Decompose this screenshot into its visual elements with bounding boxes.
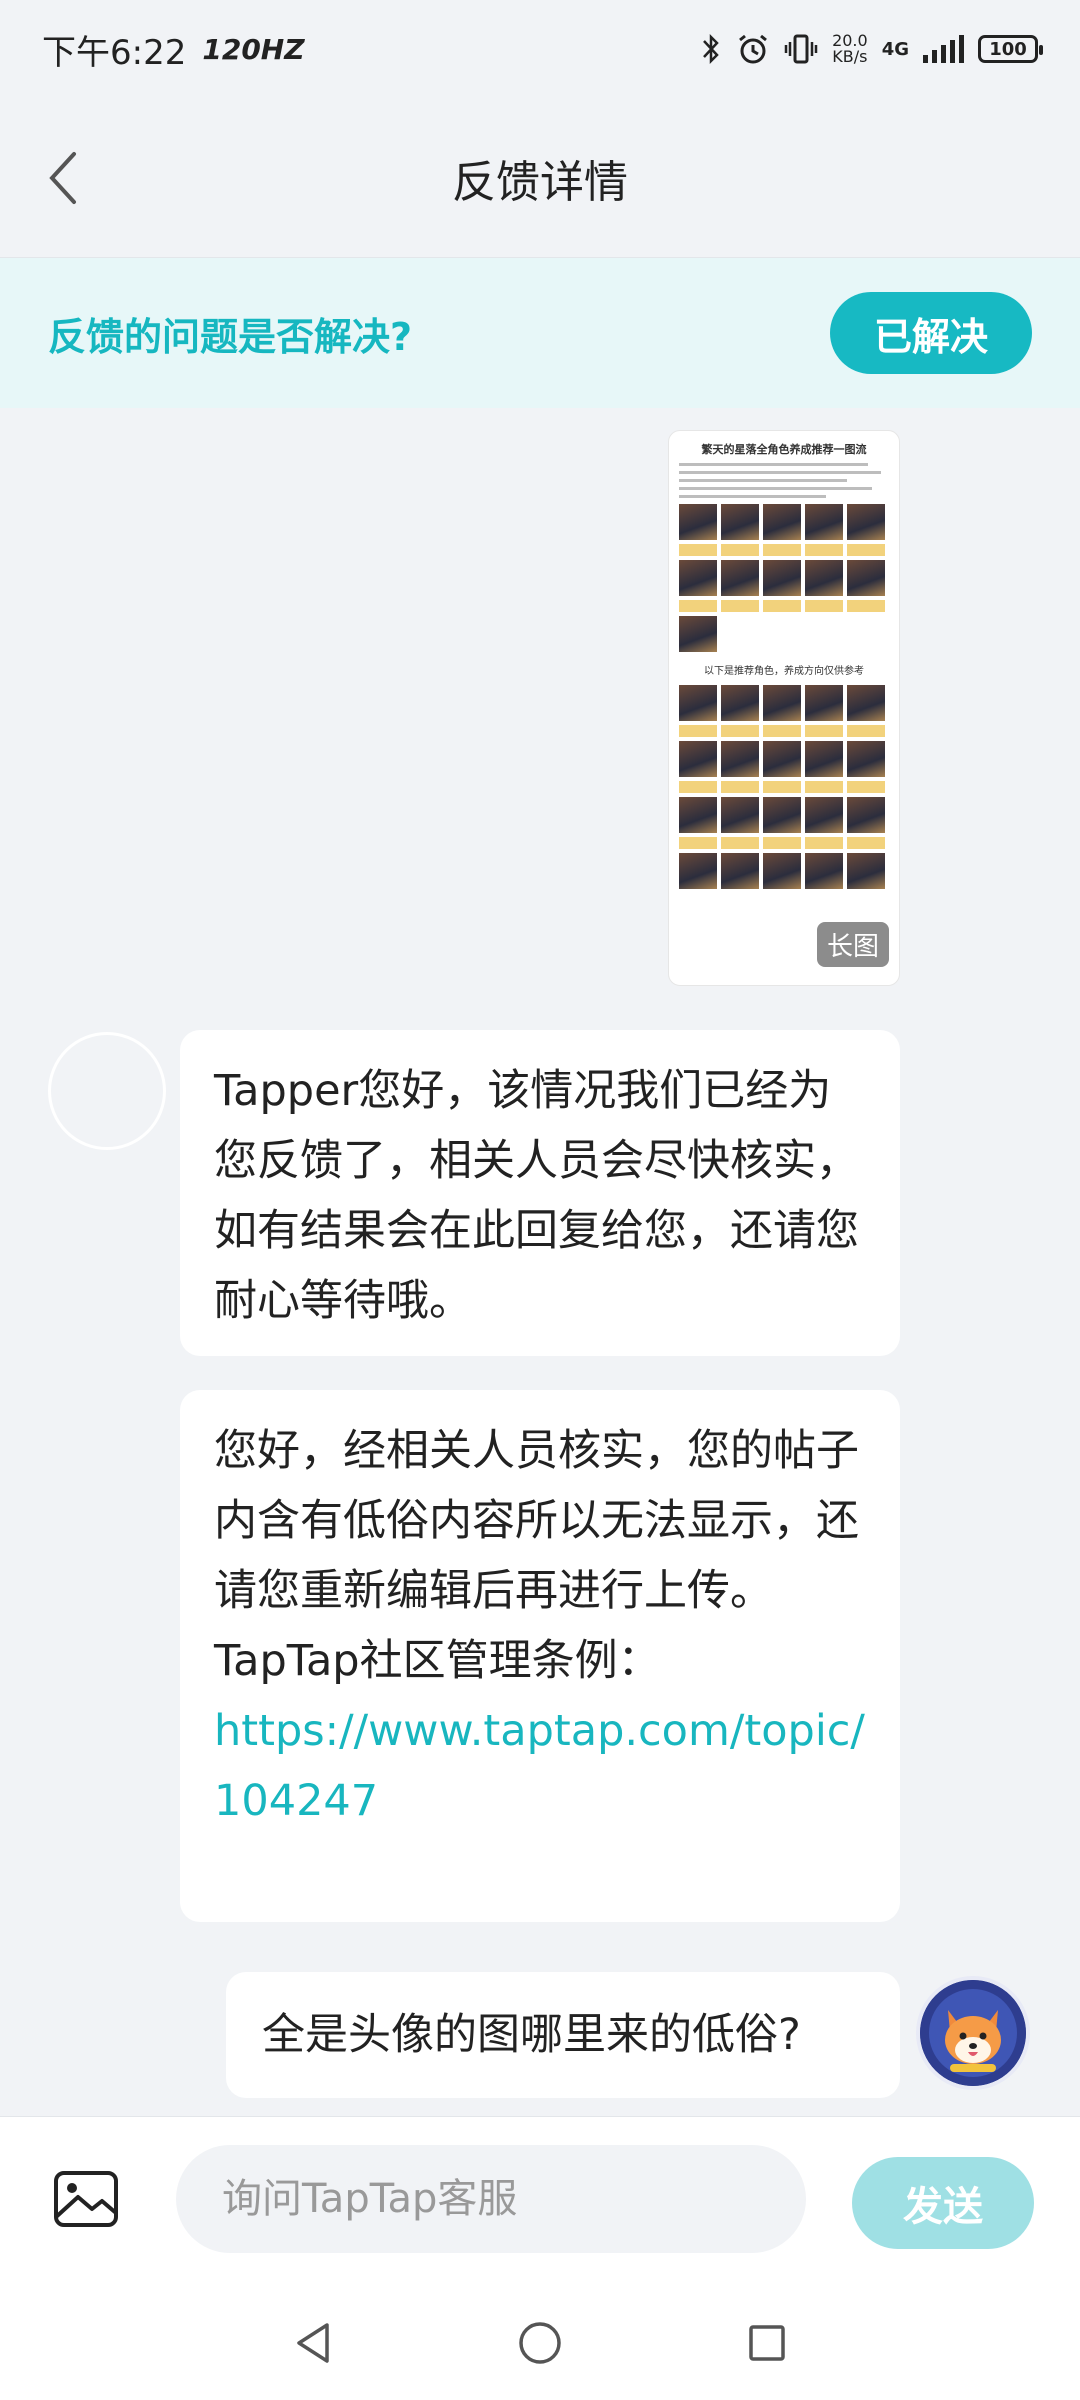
network-speed: 20.0 KB/s [832, 33, 868, 65]
rule-label: TapTap社区管理条例： [214, 1636, 661, 1686]
square-recents-icon [748, 2325, 785, 2361]
send-button[interactable]: 发送 [852, 2157, 1034, 2249]
refresh-rate: 120HZ [202, 32, 305, 66]
message-text: Tapper您好，该情况我们已经为您反馈了，相关人员会尽快核实，如有结果会在此回… [214, 1066, 859, 1326]
shiba-avatar-icon [920, 1980, 1026, 2086]
triangle-back-icon [297, 2323, 330, 2363]
image-button[interactable] [52, 2167, 120, 2229]
message-input[interactable] [176, 2145, 806, 2253]
chevron-left-icon [49, 152, 76, 204]
battery-level: 100 [989, 38, 1027, 60]
attachment-title: 繁天的星落全角色养成推荐一图流 [701, 443, 867, 456]
speed-unit: KB/s [832, 47, 868, 66]
rules-link[interactable]: https://www.taptap.com/topic/104247 [214, 1696, 866, 1836]
bluetooth-icon [703, 33, 719, 65]
message-text: 全是头像的图哪里来的低俗? [262, 2010, 801, 2060]
message-text: 您好，经相关人员核实，您的帖子内含有低俗内容所以无法显示，还请您重新编辑后再进行… [214, 1426, 859, 1616]
user-message: 全是头像的图哪里来的低俗? [226, 1972, 900, 2098]
status-right: 20.0 KB/s 4G 100 [700, 32, 1043, 66]
agent-message: Tapper您好，该情况我们已经为您反馈了，相关人员会尽快核实，如有结果会在此回… [180, 1030, 900, 1356]
status-bar: 下午6:22 120HZ 20.0 KB/s 4G 100 [0, 0, 1080, 98]
status-time: 下午6:22 [42, 32, 187, 73]
system-nav-bar [0, 2286, 1080, 2400]
alarm-icon [739, 34, 767, 64]
back-button[interactable] [44, 148, 84, 208]
circle-home-icon [519, 2322, 561, 2364]
image-icon [54, 2171, 118, 2227]
network-type: 4G [881, 38, 909, 60]
nav-back-button[interactable] [283, 2313, 343, 2373]
signal-icon [923, 35, 964, 63]
input-bar: 发送 [0, 2116, 1080, 2286]
app-header: 反馈详情 [0, 98, 1080, 258]
resolve-banner: 反馈的问题是否解决? 已解决 [0, 258, 1080, 408]
attachment-mid-caption: 以下是推荐角色，养成方向仅供参考 [704, 666, 864, 677]
resolve-question: 反馈的问题是否解决? [48, 314, 413, 359]
character-grid-top [669, 504, 899, 652]
agent-avatar [48, 1032, 166, 1150]
battery-icon: 100 [978, 35, 1043, 63]
agent-message: 您好，经相关人员核实，您的帖子内含有低俗内容所以无法显示，还请您重新编辑后再进行… [180, 1390, 900, 1922]
character-grid-bottom [669, 685, 899, 889]
status-left: 下午6:22 120HZ [42, 25, 305, 74]
nav-recents-button[interactable] [737, 2313, 797, 2373]
user-avatar[interactable] [916, 1976, 1030, 2090]
resolved-button[interactable]: 已解决 [830, 292, 1032, 374]
vibrate-icon [784, 34, 818, 64]
attachment-text-lines [679, 463, 889, 498]
long-image-badge: 长图 [816, 922, 889, 967]
attached-image[interactable]: 繁天的星落全角色养成推荐一图流 以下是推荐角色，养成方向仅供参考 长图 [668, 430, 900, 986]
page-title: 反馈详情 [452, 156, 628, 208]
nav-home-button[interactable] [510, 2313, 570, 2373]
